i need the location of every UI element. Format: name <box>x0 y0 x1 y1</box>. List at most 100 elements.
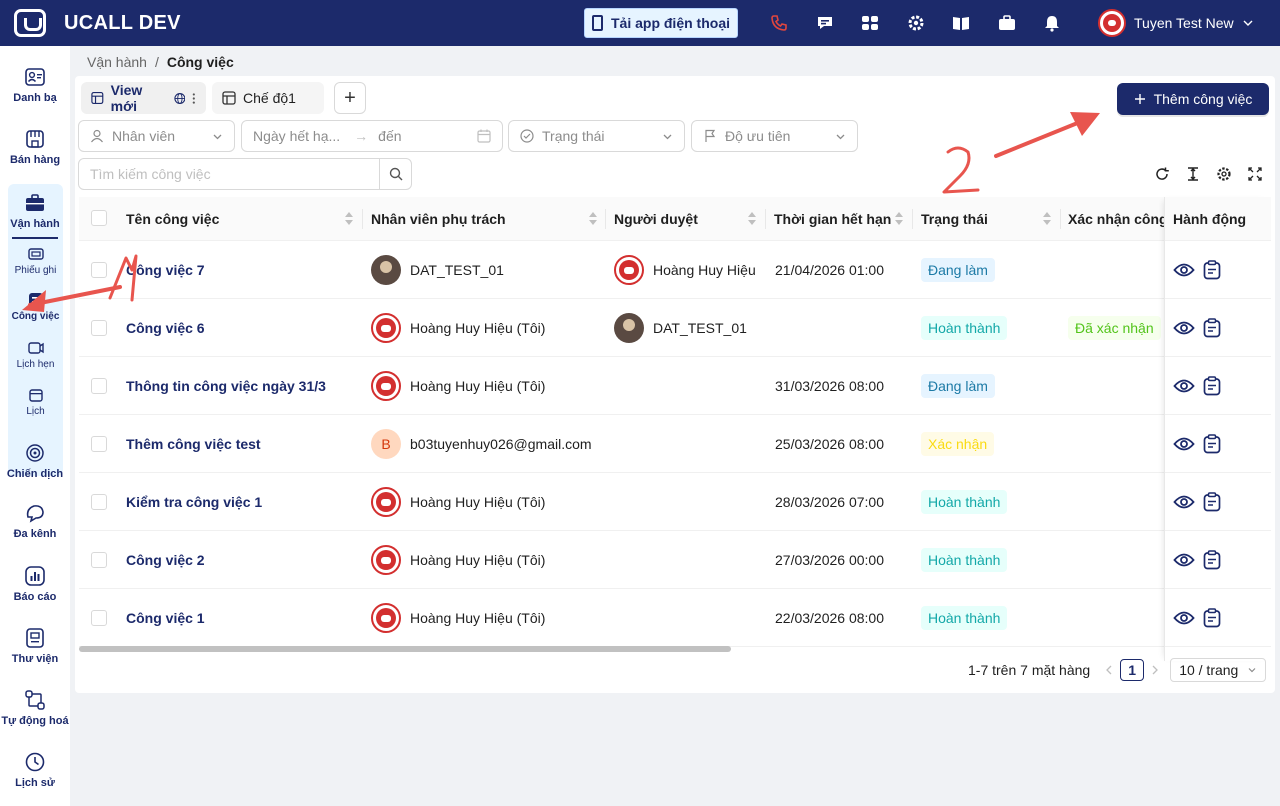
chevron-right-icon[interactable] <box>1150 665 1160 675</box>
sidebar-item-sales[interactable]: Bán hàng <box>0 128 70 166</box>
logo[interactable]: UCALL DEV <box>14 9 181 37</box>
sidebar-item-reports[interactable]: Báo cáo <box>0 565 70 603</box>
view-eye-icon[interactable] <box>1173 259 1195 281</box>
settings-icon[interactable] <box>905 12 927 34</box>
task-name-link[interactable]: Kiểm tra công việc 1 <box>126 494 262 510</box>
row-checkbox[interactable] <box>91 320 107 336</box>
view-eye-icon[interactable] <box>1173 607 1195 629</box>
page-1-button[interactable]: 1 <box>1120 659 1145 681</box>
settings-icon[interactable] <box>1214 164 1233 183</box>
task-name-link[interactable]: Thêm công việc test <box>126 436 261 452</box>
view-eye-icon[interactable] <box>1173 433 1195 455</box>
clipboard-edit-icon[interactable] <box>1201 375 1223 397</box>
table-row[interactable]: Công việc 1 Hoàng Huy Hiệu (Tôi) 22/03/202… <box>79 589 1271 647</box>
due-from-placeholder[interactable]: Ngày hết hạ... <box>253 128 340 144</box>
table-row[interactable]: Kiểm tra công việc 1 Hoàng Huy Hiệu (Tôi)… <box>79 473 1271 531</box>
clipboard-edit-icon[interactable] <box>1201 259 1223 281</box>
task-name-cell[interactable]: Công việc 1 <box>126 589 205 647</box>
sidebar-item-contacts[interactable]: Danh bạ <box>0 66 70 104</box>
task-name-cell[interactable]: Công việc 7 <box>126 241 205 299</box>
user-menu[interactable]: Tuyen Test New <box>1098 9 1254 37</box>
task-name-link[interactable]: Thông tin công việc ngày 31/3 <box>126 378 326 394</box>
tab-che-do1[interactable]: Chế độ1 <box>212 82 324 114</box>
table-row[interactable]: Thông tin công việc ngày 31/3 Hoàng Huy H… <box>79 357 1271 415</box>
reload-icon[interactable] <box>1152 164 1171 183</box>
book-icon[interactable] <box>950 12 972 34</box>
search-input[interactable]: Tìm kiếm công việc <box>79 159 379 189</box>
table-row[interactable]: Thêm công việc test Bb03tuyenhuy026@gmail… <box>79 415 1271 473</box>
breadcrumb-parent[interactable]: Vận hành <box>87 54 147 70</box>
task-name-link[interactable]: Công việc 7 <box>126 262 205 278</box>
clipboard-edit-icon[interactable] <box>1201 491 1223 513</box>
column-status[interactable]: Trạng thái <box>921 197 988 241</box>
row-checkbox[interactable] <box>91 610 107 626</box>
phone-icon[interactable] <box>768 12 790 34</box>
due-date-range[interactable]: Ngày hết hạ... → đến <box>241 120 503 152</box>
more-vertical-icon[interactable] <box>192 92 196 105</box>
sort-icon[interactable] <box>589 212 597 226</box>
task-name-cell[interactable]: Công việc 6 <box>126 299 205 357</box>
clipboard-edit-icon[interactable] <box>1201 317 1223 339</box>
sidebar-item-operations[interactable]: Vận hành <box>0 192 70 230</box>
sort-icon[interactable] <box>1043 212 1051 226</box>
sidebar-item-automation[interactable]: Tự động hoá <box>0 689 70 727</box>
column-reviewer[interactable]: Người duyệt <box>614 197 698 241</box>
column-confirmation[interactable]: Xác nhận công <box>1068 197 1164 241</box>
sidebar-item-omnichannel[interactable]: Đa kênh <box>0 502 70 540</box>
download-app-button[interactable]: Tải app điện thoại <box>584 8 738 38</box>
task-name-cell[interactable]: Thêm công việc test <box>126 415 261 473</box>
search-button[interactable] <box>379 159 411 189</box>
page-size-select[interactable]: 10 / trang <box>1170 658 1267 682</box>
sort-icon[interactable] <box>895 212 903 226</box>
view-eye-icon[interactable] <box>1173 491 1195 513</box>
sort-icon[interactable] <box>748 212 756 226</box>
column-height-icon[interactable] <box>1183 164 1202 183</box>
sidebar-item-library[interactable]: Thư viện <box>0 627 70 665</box>
bell-icon[interactable] <box>1041 12 1063 34</box>
due-to-placeholder[interactable]: đến <box>378 128 401 144</box>
sidebar-sub-calendar[interactable]: Lịch <box>8 387 63 417</box>
table-row[interactable]: Công việc 6 Hoàng Huy Hiệu (Tôi) DAT_TEST_… <box>79 299 1271 357</box>
row-checkbox[interactable] <box>91 552 107 568</box>
column-due-time[interactable]: Thời gian hết hạn <box>774 197 891 241</box>
add-task-button[interactable]: Thêm công việc <box>1117 83 1269 115</box>
view-eye-icon[interactable] <box>1173 317 1195 339</box>
row-checkbox[interactable] <box>91 436 107 452</box>
row-checkbox[interactable] <box>91 494 107 510</box>
employee-filter[interactable]: Nhân viên <box>78 120 235 152</box>
sidebar-item-campaigns[interactable]: Chiến dịch <box>0 442 70 480</box>
row-checkbox[interactable] <box>91 378 107 394</box>
column-assignee[interactable]: Nhân viên phụ trách <box>371 197 506 241</box>
sort-icon[interactable] <box>345 212 353 226</box>
column-task-name[interactable]: Tên công việc <box>126 197 219 241</box>
row-checkbox[interactable] <box>91 262 107 278</box>
clipboard-edit-icon[interactable] <box>1201 607 1223 629</box>
view-eye-icon[interactable] <box>1173 549 1195 571</box>
task-name-cell[interactable]: Kiểm tra công việc 1 <box>126 473 262 531</box>
add-view-button[interactable]: + <box>334 82 366 114</box>
view-eye-icon[interactable] <box>1173 375 1195 397</box>
tab-view-moi[interactable]: View mới <box>81 82 206 114</box>
horizontal-scrollbar[interactable] <box>79 645 1271 653</box>
briefcase-icon[interactable] <box>996 12 1018 34</box>
task-name-link[interactable]: Công việc 2 <box>126 552 205 568</box>
scrollbar-thumb[interactable] <box>79 646 731 652</box>
task-name-cell[interactable]: Thông tin công việc ngày 31/3 <box>126 357 326 415</box>
task-name-link[interactable]: Công việc 1 <box>126 610 205 626</box>
select-all-checkbox[interactable] <box>91 210 107 226</box>
fullscreen-icon[interactable] <box>1245 164 1264 183</box>
clipboard-edit-icon[interactable] <box>1201 549 1223 571</box>
table-row[interactable]: Công việc 2 Hoàng Huy Hiệu (Tôi) 27/03/202… <box>79 531 1271 589</box>
task-name-link[interactable]: Công việc 6 <box>126 320 205 336</box>
priority-filter[interactable]: Độ ưu tiên <box>691 120 858 152</box>
table-row[interactable]: Công việc 7 DAT_TEST_01 Hoàng Huy Hiệu 21/0… <box>79 241 1271 299</box>
task-name-cell[interactable]: Công việc 2 <box>126 531 205 589</box>
apps-icon[interactable] <box>859 12 881 34</box>
sidebar-sub-tickets[interactable]: Phiếu ghi <box>8 246 63 276</box>
chevron-left-icon[interactable] <box>1104 665 1114 675</box>
sidebar-sub-appointments[interactable]: Lịch hẹn <box>8 340 63 370</box>
sidebar-sub-tasks[interactable]: Công việc <box>8 292 63 322</box>
status-filter[interactable]: Trạng thái <box>508 120 685 152</box>
chat-icon[interactable] <box>814 12 836 34</box>
clipboard-edit-icon[interactable] <box>1201 433 1223 455</box>
